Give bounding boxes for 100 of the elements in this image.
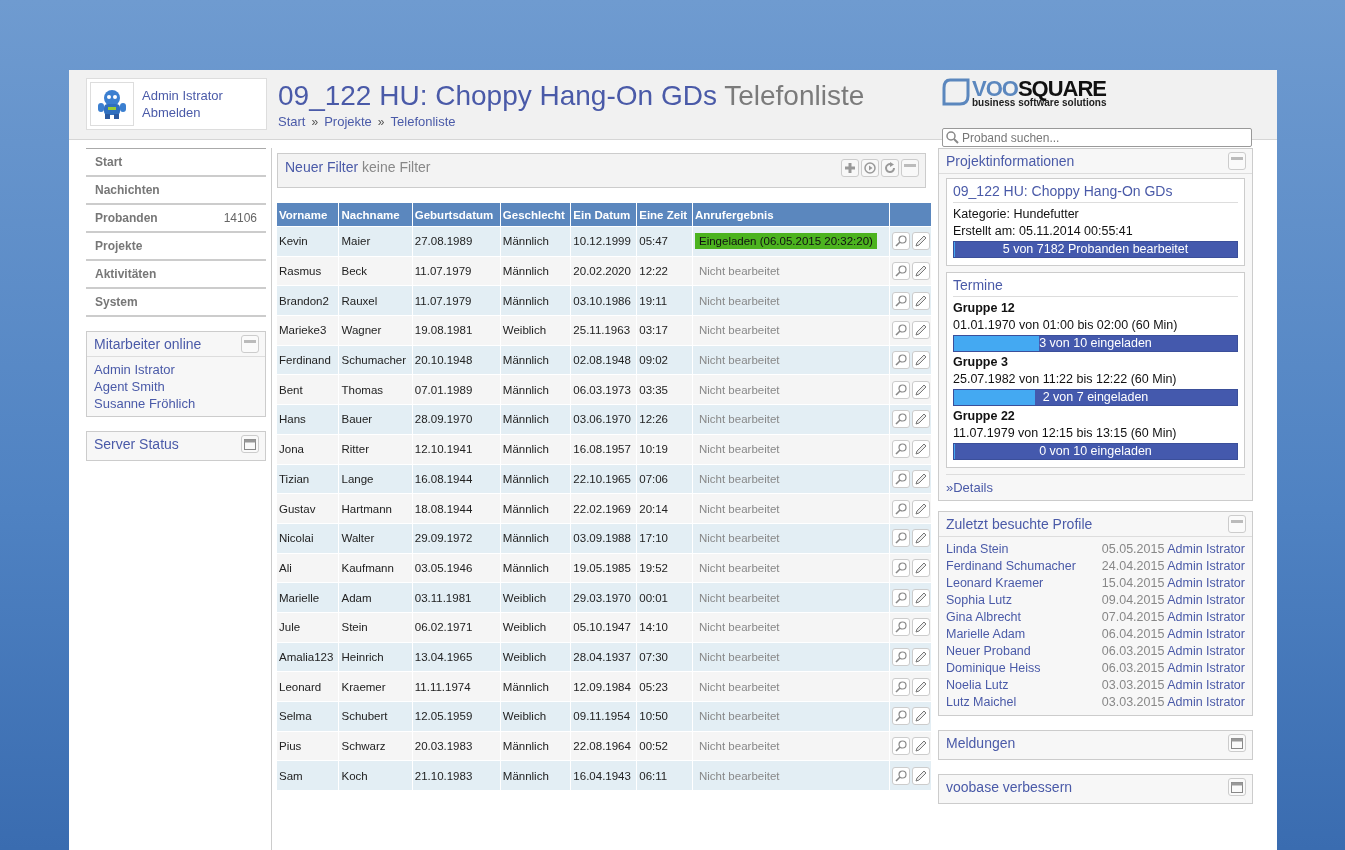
minimize-button[interactable] bbox=[901, 159, 919, 177]
view-button[interactable] bbox=[892, 351, 910, 370]
view-button[interactable] bbox=[892, 410, 910, 429]
pencil-icon bbox=[915, 621, 927, 634]
profile-link[interactable]: Lutz Maichel bbox=[946, 694, 1098, 711]
profile-link[interactable]: Marielle Adam bbox=[946, 626, 1098, 643]
search-field[interactable]: Proband suchen... bbox=[942, 128, 1252, 147]
nav-item[interactable]: System bbox=[86, 289, 266, 317]
edit-button[interactable] bbox=[912, 321, 930, 340]
view-button[interactable] bbox=[892, 321, 910, 340]
staff-link[interactable]: Susanne Fröhlich bbox=[94, 395, 258, 412]
view-button[interactable] bbox=[892, 707, 910, 726]
edit-button[interactable] bbox=[912, 737, 930, 756]
view-button[interactable] bbox=[892, 291, 910, 310]
breadcrumb-link[interactable]: Start bbox=[278, 113, 306, 130]
view-button[interactable] bbox=[892, 647, 910, 666]
table-cell: 06.03.1973 bbox=[571, 375, 637, 405]
table-cell: Weiblich bbox=[500, 316, 571, 345]
view-button[interactable] bbox=[892, 618, 910, 637]
table-cell: 07:30 bbox=[637, 642, 692, 672]
details-link[interactable]: »Details bbox=[946, 479, 1245, 496]
edit-button[interactable] bbox=[912, 618, 930, 637]
edit-button[interactable] bbox=[912, 440, 930, 459]
user-name-link[interactable]: Admin Istrator bbox=[142, 87, 223, 104]
table-cell: 11.07.1979 bbox=[412, 286, 500, 316]
view-button[interactable] bbox=[892, 499, 910, 518]
appointment-time: 11.07.1979 von 12:15 bis 13:15 (60 Min) bbox=[953, 425, 1178, 442]
group-name: Gruppe 12 bbox=[953, 300, 1016, 317]
breadcrumb-link[interactable]: Telefonliste bbox=[390, 113, 456, 130]
panel-toggle[interactable] bbox=[241, 435, 259, 453]
breadcrumb-link[interactable]: Projekte bbox=[324, 113, 372, 130]
panel-toggle[interactable] bbox=[241, 335, 259, 353]
view-button[interactable] bbox=[892, 232, 910, 251]
nav-item[interactable]: Nachichten bbox=[86, 177, 266, 205]
table-cell: Thomas bbox=[339, 375, 412, 405]
panel-toggle[interactable] bbox=[1228, 734, 1246, 752]
breadcrumb-separator: » bbox=[377, 114, 385, 129]
edit-button[interactable] bbox=[912, 558, 930, 577]
table-cell: 12.10.1941 bbox=[412, 434, 500, 464]
profile-link[interactable]: Leonard Kraemer bbox=[946, 575, 1098, 592]
nav-item[interactable]: Projekte bbox=[86, 233, 266, 261]
edit-button[interactable] bbox=[912, 707, 930, 726]
panel-toggle[interactable] bbox=[1228, 515, 1246, 533]
edit-button[interactable] bbox=[912, 499, 930, 518]
view-button[interactable] bbox=[892, 262, 910, 281]
profile-link[interactable]: Ferdinand Schumacher bbox=[946, 558, 1098, 575]
table-cell: 05:47 bbox=[637, 227, 692, 256]
edit-button[interactable] bbox=[912, 469, 930, 488]
edit-button[interactable] bbox=[912, 351, 930, 370]
staff-link[interactable]: Agent Smith bbox=[94, 378, 258, 395]
profile-link[interactable]: Dominique Heiss bbox=[946, 660, 1098, 677]
edit-button[interactable] bbox=[912, 647, 930, 666]
profile-link[interactable]: Noelia Lutz bbox=[946, 677, 1098, 694]
table-cell: 03.05.1946 bbox=[412, 553, 500, 583]
edit-button[interactable] bbox=[912, 232, 930, 251]
panel-toggle[interactable] bbox=[1228, 152, 1246, 170]
edit-button[interactable] bbox=[912, 410, 930, 429]
panel-title: Projektinformationen bbox=[946, 153, 1075, 169]
nav-item[interactable]: Aktivitäten bbox=[86, 261, 266, 289]
edit-button[interactable] bbox=[912, 529, 930, 548]
edit-button[interactable] bbox=[912, 588, 930, 607]
table-cell: 28.04.1937 bbox=[571, 642, 637, 672]
logout-link[interactable]: Abmelden bbox=[142, 104, 223, 121]
nav-item[interactable]: Probanden 14106 bbox=[86, 205, 266, 233]
table-cell: Kraemer bbox=[339, 672, 412, 701]
panel-toggle[interactable] bbox=[1228, 778, 1246, 796]
profile-link[interactable]: Linda Stein bbox=[946, 541, 1098, 558]
refresh-button[interactable] bbox=[881, 159, 899, 177]
view-button[interactable] bbox=[892, 677, 910, 696]
table-cell: Männlich bbox=[500, 523, 571, 553]
nav-item[interactable]: Start bbox=[86, 149, 266, 177]
table-cell: Marieke3 bbox=[277, 316, 339, 345]
edit-button[interactable] bbox=[912, 677, 930, 696]
table-cell: Männlich bbox=[500, 375, 571, 405]
profile-link[interactable]: Sophia Lutz bbox=[946, 592, 1098, 609]
edit-button[interactable] bbox=[912, 380, 930, 399]
view-button[interactable] bbox=[892, 529, 910, 548]
pencil-icon bbox=[915, 561, 927, 574]
view-button[interactable] bbox=[892, 469, 910, 488]
play-button[interactable] bbox=[861, 159, 879, 177]
table-cell: Rasmus bbox=[277, 256, 339, 286]
table-cell: 12:26 bbox=[637, 405, 692, 434]
nav-count: 14106 bbox=[223, 211, 257, 225]
view-button[interactable] bbox=[892, 380, 910, 399]
magnifier-icon bbox=[895, 769, 907, 782]
appointments-title: Termine bbox=[953, 277, 1238, 297]
profile-link[interactable]: Neuer Proband bbox=[946, 643, 1098, 660]
profile-link[interactable]: Gina Albrecht bbox=[946, 609, 1098, 626]
edit-button[interactable] bbox=[912, 291, 930, 310]
pencil-icon bbox=[915, 354, 927, 367]
add-button[interactable] bbox=[841, 159, 859, 177]
view-button[interactable] bbox=[892, 737, 910, 756]
view-button[interactable] bbox=[892, 558, 910, 577]
edit-button[interactable] bbox=[912, 766, 930, 785]
view-button[interactable] bbox=[892, 440, 910, 459]
edit-button[interactable] bbox=[912, 262, 930, 281]
staff-link[interactable]: Admin Istrator bbox=[94, 361, 258, 378]
table-cell: 03:35 bbox=[637, 375, 692, 405]
view-button[interactable] bbox=[892, 766, 910, 785]
table-cell: Selma bbox=[277, 702, 339, 731]
